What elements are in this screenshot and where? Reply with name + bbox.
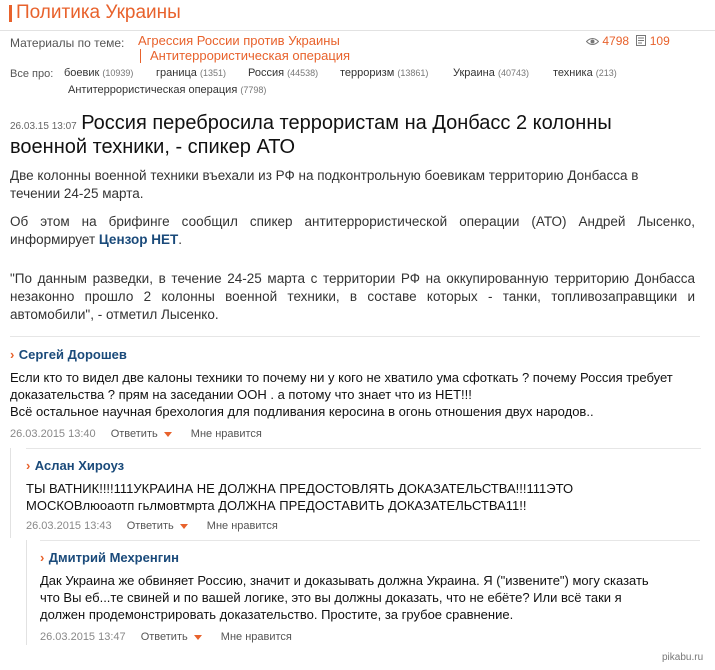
comments-divider bbox=[10, 336, 700, 337]
tags-label: Все про: bbox=[10, 68, 54, 80]
article-lead: Две колонны военной техники въехали из Р… bbox=[10, 168, 639, 201]
comment-author[interactable]: Сергей Дорошев bbox=[19, 347, 127, 362]
comment-meta: 26.03.2015 13:40 Ответить Мне нравится bbox=[10, 428, 262, 440]
reply-arrow-icon: › bbox=[40, 550, 45, 565]
reply-button[interactable]: Ответить bbox=[141, 631, 188, 643]
comment-date: 26.03.2015 13:40 bbox=[10, 428, 96, 440]
article-heading: 26.03.15 13:07 Россия перебросила террор… bbox=[10, 111, 670, 159]
thread-line bbox=[26, 540, 27, 645]
article-title: Россия перебросила террористам на Донбас… bbox=[10, 112, 612, 158]
topic-divider bbox=[140, 49, 141, 63]
reply-arrow-icon: › bbox=[10, 347, 15, 362]
views-count: 4798 bbox=[602, 34, 630, 48]
article-paragraph: Об этом на брифинге сообщил спикер антит… bbox=[10, 214, 695, 247]
watermark: pikabu.ru bbox=[662, 652, 704, 663]
tag-item[interactable]: терроризм (13861) bbox=[340, 67, 428, 79]
article-date: 26.03.15 13:07 bbox=[10, 121, 77, 132]
comment-divider bbox=[26, 448, 701, 449]
comment-meta: 26.03.2015 13:47 Ответить Мне нравится bbox=[40, 631, 292, 643]
tag-item[interactable]: Россия (44538) bbox=[248, 67, 318, 79]
thread-line bbox=[10, 448, 11, 538]
topic-link-aggression[interactable]: Агрессия России против Украины bbox=[138, 33, 340, 48]
tag-item[interactable]: граница (1351) bbox=[156, 67, 226, 79]
like-button[interactable]: Мне нравится bbox=[191, 428, 262, 440]
tag-item[interactable]: Украина (40743) bbox=[453, 67, 529, 79]
section-title[interactable]: Политика Украины bbox=[9, 2, 181, 24]
reply-button[interactable]: Ответить bbox=[111, 428, 158, 440]
article-quote: "По данным разведки, в течение 24-25 мар… bbox=[10, 271, 695, 322]
comments-icon bbox=[636, 34, 647, 49]
dropdown-arrow-icon[interactable] bbox=[179, 523, 188, 529]
comment-author[interactable]: Дмитрий Мехренгин bbox=[49, 550, 179, 565]
comment-divider bbox=[40, 540, 700, 541]
comment-date: 26.03.2015 13:43 bbox=[26, 520, 112, 532]
section-marker bbox=[9, 5, 12, 22]
tag-item[interactable]: Антитеррористическая операция (7798) bbox=[68, 84, 266, 96]
reply-arrow-icon: › bbox=[26, 458, 31, 473]
comment-text: ТЫ ВАТНИК!!!!111УКРАИНА НЕ ДОЛЖНА ПРЕДОС… bbox=[26, 481, 574, 513]
tag-item[interactable]: боевик (10939) bbox=[64, 67, 133, 79]
eye-icon bbox=[585, 35, 600, 49]
topics-label: Материалы по теме: bbox=[10, 36, 125, 50]
topic-link-ato[interactable]: Антитеррористическая операция bbox=[150, 48, 350, 63]
comment-author[interactable]: Аслан Хироуз bbox=[35, 458, 124, 473]
tag-item[interactable]: техника (213) bbox=[553, 67, 617, 79]
dropdown-arrow-icon[interactable] bbox=[193, 634, 202, 640]
like-button[interactable]: Мне нравится bbox=[207, 520, 278, 532]
comment-date: 26.03.2015 13:47 bbox=[40, 631, 126, 643]
comment-author-row: › Аслан Хироуз bbox=[26, 457, 124, 475]
comment-text: Если кто то видел две калоны техники то … bbox=[10, 370, 673, 419]
comments-count[interactable]: 109 bbox=[650, 34, 670, 48]
comment-text: Дак Украина же обвиняет Россию, значит и… bbox=[40, 573, 649, 622]
dropdown-arrow-icon[interactable] bbox=[163, 431, 172, 437]
like-button[interactable]: Мне нравится bbox=[221, 631, 292, 643]
stats: 4798 109 bbox=[585, 34, 670, 49]
source-link[interactable]: Цензор НЕТ bbox=[99, 232, 178, 247]
reply-button[interactable]: Ответить bbox=[127, 520, 174, 532]
comment-author-row: › Дмитрий Мехренгин bbox=[40, 549, 179, 567]
header-divider bbox=[0, 30, 715, 31]
comment-meta: 26.03.2015 13:43 Ответить Мне нравится bbox=[26, 520, 278, 532]
comment-author-row: › Сергей Дорошев bbox=[10, 346, 127, 364]
